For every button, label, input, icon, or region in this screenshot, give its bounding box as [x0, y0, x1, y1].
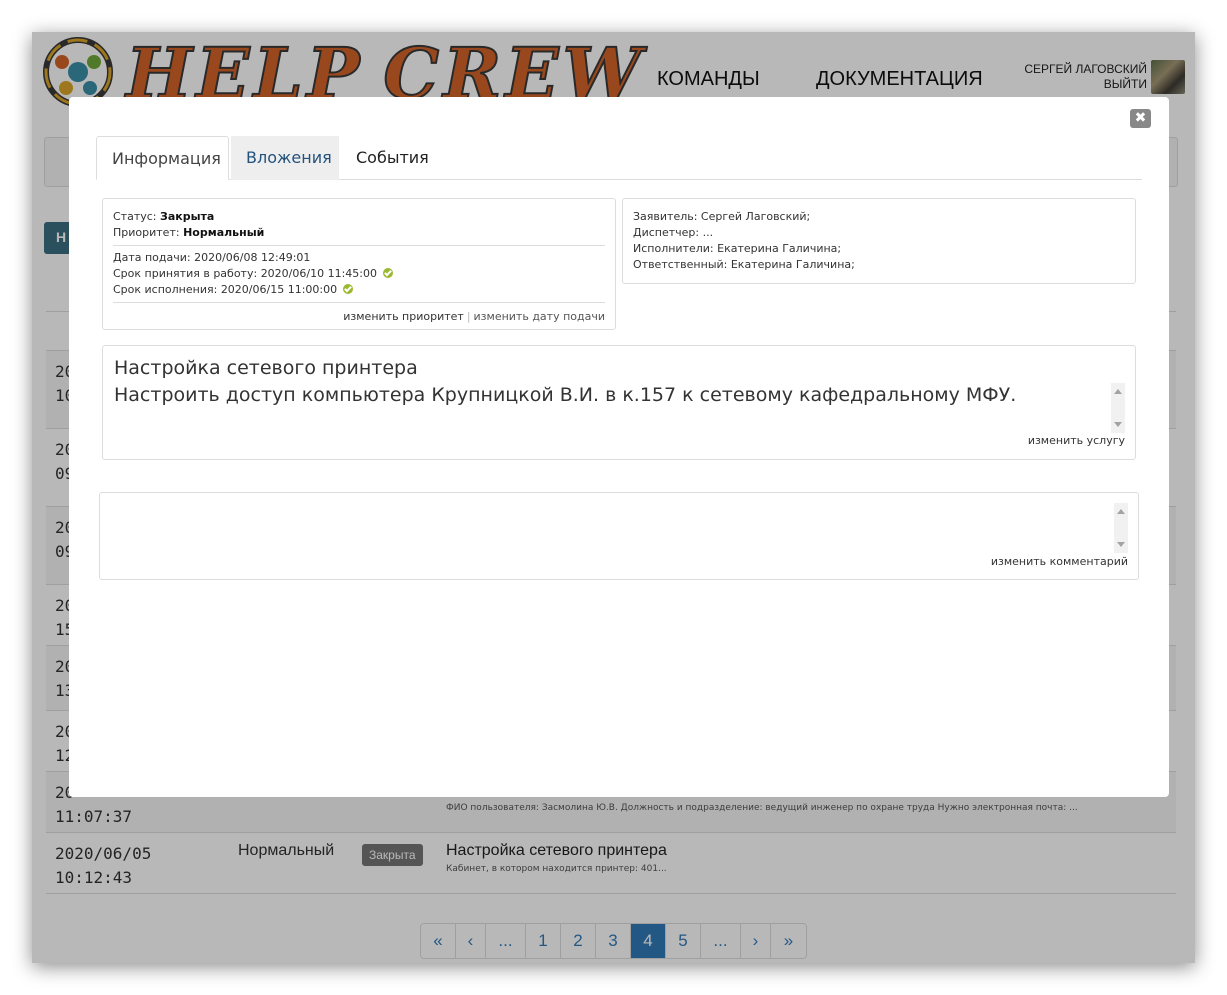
status-panel: Статус: Закрыта Приоритет: Нормальный Да… — [102, 198, 616, 330]
modal-tabs: Информация Вложения События — [96, 136, 1142, 180]
executors: Исполнители: Екатерина Галичина; — [633, 242, 842, 255]
status-label: Статус: — [113, 210, 157, 223]
accept-value: 2020/06/10 11:45:00 — [260, 267, 377, 280]
change-comment-link[interactable]: изменить комментарий — [991, 555, 1128, 568]
request-modal: ✖ Информация Вложения События Статус: За… — [69, 97, 1169, 797]
divider — [113, 302, 605, 303]
change-service-link[interactable]: изменить услугу — [1028, 434, 1125, 447]
scroll-down-icon[interactable] — [1117, 542, 1125, 547]
tab-information[interactable]: Информация — [96, 136, 229, 180]
change-date-link[interactable]: изменить дату подачи — [474, 310, 605, 323]
submitted-value: 2020/06/08 12:49:01 — [194, 251, 311, 264]
scrollbar[interactable] — [1114, 503, 1128, 553]
service-title: Настройка сетевого принтера — [114, 357, 418, 379]
status-value: Закрыта — [160, 210, 215, 223]
responsible: Ответственный: Екатерина Галичина; — [633, 258, 855, 271]
priority-line: Приоритет: Нормальный — [113, 225, 605, 241]
scroll-up-icon[interactable] — [1114, 389, 1122, 394]
due-label: Срок исполнения: — [113, 283, 218, 296]
close-icon[interactable]: ✖ — [1130, 109, 1151, 128]
people-panel: Заявитель: Сергей Лаговский; Диспетчер: … — [622, 198, 1136, 284]
dispatcher: Диспетчер: ... — [633, 226, 714, 239]
submitted-label: Дата подачи: — [113, 251, 191, 264]
check-circle-icon — [342, 284, 353, 294]
submitted-line: Дата подачи: 2020/06/08 12:49:01 — [113, 250, 605, 266]
divider — [113, 245, 605, 246]
comment-text-area[interactable] — [110, 503, 1100, 553]
service-panel: Настройка сетевого принтера Настроить до… — [102, 345, 1136, 460]
scroll-down-icon[interactable] — [1114, 422, 1122, 427]
service-text-area[interactable]: Настройка сетевого принтера Настроить до… — [114, 355, 1104, 409]
due-value: 2020/06/15 11:00:00 — [220, 283, 338, 296]
accept-deadline-line: Срок принятия в работу: 2020/06/10 11:45… — [113, 266, 605, 282]
scrollbar[interactable] — [1111, 383, 1125, 433]
check-circle-icon — [382, 268, 393, 278]
status-actions: изменить приоритет | изменить дату подачи — [343, 310, 605, 323]
service-description: Настроить доступ компьютера Крупницкой В… — [114, 384, 1017, 406]
comment-panel: изменить комментарий — [99, 492, 1139, 580]
status-line: Статус: Закрыта — [113, 209, 605, 225]
priority-label: Приоритет: — [113, 226, 180, 239]
tab-attachments[interactable]: Вложения — [231, 136, 339, 180]
change-priority-link[interactable]: изменить приоритет — [343, 310, 464, 323]
applicant: Заявитель: Сергей Лаговский; — [633, 210, 811, 223]
priority-value: Нормальный — [183, 226, 265, 239]
scroll-up-icon[interactable] — [1117, 509, 1125, 514]
tab-events[interactable]: События — [341, 136, 441, 180]
due-deadline-line: Срок исполнения: 2020/06/15 11:00:00 — [113, 282, 605, 298]
accept-label: Срок принятия в работу: — [113, 267, 258, 280]
